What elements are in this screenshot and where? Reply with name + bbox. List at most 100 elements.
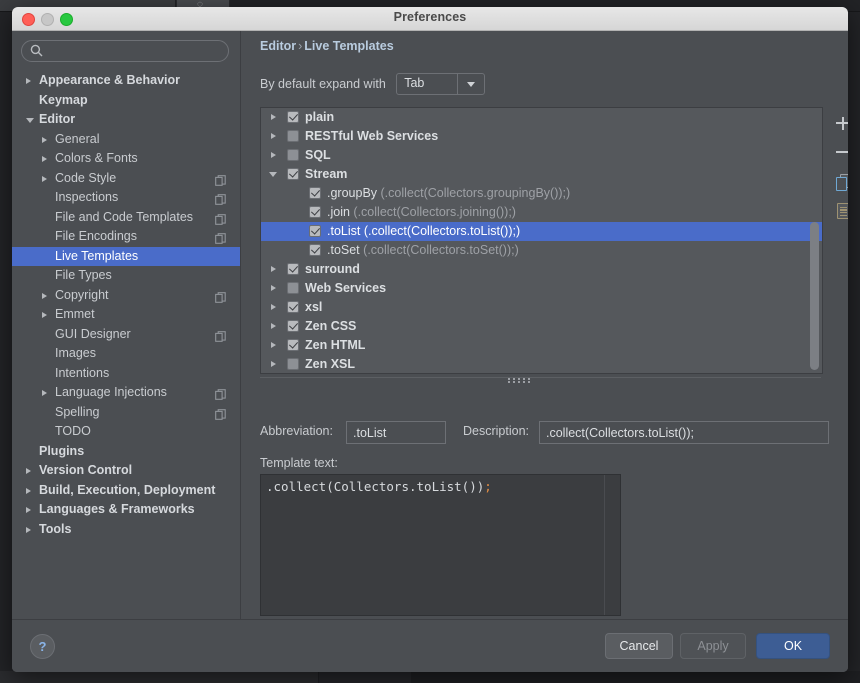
search-input[interactable]: [47, 40, 221, 64]
sidebar-item-copyright[interactable]: Copyright: [12, 286, 240, 306]
sidebar-item-plugins[interactable]: Plugins: [12, 442, 240, 462]
chevron-right-icon[interactable]: [271, 285, 276, 291]
sidebar-item-tools[interactable]: Tools: [12, 520, 240, 540]
sidebar-item-appearance-behavior[interactable]: Appearance & Behavior: [12, 71, 240, 91]
help-button[interactable]: ?: [30, 634, 55, 659]
chevron-right-icon[interactable]: [42, 312, 47, 318]
template-enabled-checkbox[interactable]: [309, 187, 321, 199]
chevron-right-icon[interactable]: [42, 293, 47, 299]
template-name-text: .join: [327, 205, 350, 219]
cancel-button[interactable]: Cancel: [605, 633, 673, 659]
template-list-item[interactable]: Stream: [261, 165, 822, 184]
template-list-item[interactable]: .join (.collect(Collectors.joining());): [261, 203, 822, 222]
sidebar-item-images[interactable]: Images: [12, 344, 240, 364]
chevron-right-icon[interactable]: [271, 304, 276, 310]
template-enabled-checkbox[interactable]: [287, 149, 299, 161]
template-text-content[interactable]: .collect(Collectors.toList());: [266, 478, 602, 495]
template-list-item[interactable]: Zen HTML: [261, 336, 822, 355]
sidebar-item-file-encodings[interactable]: File Encodings: [12, 227, 240, 247]
search-field[interactable]: [21, 40, 229, 62]
sidebar-item-file-and-code-templates[interactable]: File and Code Templates: [12, 208, 240, 228]
panel-splitter[interactable]: [260, 375, 821, 385]
chevron-right-icon[interactable]: [271, 342, 276, 348]
chevron-right-icon[interactable]: [271, 323, 276, 329]
template-list-item[interactable]: plain: [261, 108, 822, 127]
template-group-button[interactable]: [827, 196, 848, 223]
template-enabled-checkbox[interactable]: [287, 358, 299, 370]
ok-button[interactable]: OK: [756, 633, 830, 659]
sidebar-item-build-execution-deployment[interactable]: Build, Execution, Deployment: [12, 481, 240, 501]
sidebar-item-emmet[interactable]: Emmet: [12, 305, 240, 325]
template-enabled-checkbox[interactable]: [309, 206, 321, 218]
chevron-right-icon[interactable]: [42, 390, 47, 396]
chevron-right-icon[interactable]: [26, 507, 31, 513]
sidebar-item-file-types[interactable]: File Types: [12, 266, 240, 286]
sidebar-item-spelling[interactable]: Spelling: [12, 403, 240, 423]
chevron-right-icon[interactable]: [42, 176, 47, 182]
template-list-item[interactable]: .toList (.collect(Collectors.toList());): [261, 222, 822, 241]
sidebar-item-general[interactable]: General: [12, 130, 240, 150]
sidebar-item-live-templates[interactable]: Live Templates: [12, 247, 240, 267]
scrollbar-thumb[interactable]: [810, 222, 819, 370]
chevron-right-icon[interactable]: [42, 137, 47, 143]
template-list-item[interactable]: Zen XSL: [261, 355, 822, 374]
chevron-right-icon[interactable]: [271, 361, 276, 367]
chevron-right-icon[interactable]: [271, 266, 276, 272]
chevron-right-icon[interactable]: [271, 152, 276, 158]
chevron-right-icon[interactable]: [271, 114, 276, 120]
chevron-right-icon[interactable]: [26, 78, 31, 84]
template-list-item[interactable]: .toSet (.collect(Collectors.toSet());): [261, 241, 822, 260]
sidebar-item-editor[interactable]: Editor: [12, 110, 240, 130]
sidebar-item-inspections[interactable]: Inspections: [12, 188, 240, 208]
template-name-text: surround: [305, 262, 360, 276]
chevron-right-icon[interactable]: [42, 156, 47, 162]
template-list-item[interactable]: SQL: [261, 146, 822, 165]
remove-template-button[interactable]: [827, 138, 848, 165]
template-list-item[interactable]: .groupBy (.collect(Collectors.groupingBy…: [261, 184, 822, 203]
chevron-right-icon[interactable]: [26, 468, 31, 474]
template-list[interactable]: plainRESTful Web ServicesSQLStream.group…: [260, 107, 823, 374]
template-list-item[interactable]: xsl: [261, 298, 822, 317]
sidebar-item-language-injections[interactable]: Language Injections: [12, 383, 240, 403]
template-enabled-checkbox[interactable]: [287, 320, 299, 332]
sidebar-item-version-control[interactable]: Version Control: [12, 461, 240, 481]
sidebar-item-code-style[interactable]: Code Style: [12, 169, 240, 189]
template-enabled-checkbox[interactable]: [287, 339, 299, 351]
chevron-down-icon[interactable]: [269, 172, 277, 180]
template-enabled-checkbox[interactable]: [287, 282, 299, 294]
sidebar-item-label: General: [55, 130, 99, 150]
template-list-item[interactable]: Web Services: [261, 279, 822, 298]
sidebar-item-label: Live Templates: [55, 247, 138, 267]
template-enabled-checkbox[interactable]: [309, 225, 321, 237]
template-list-item[interactable]: RESTful Web Services: [261, 127, 822, 146]
splitter-grip[interactable]: [508, 377, 538, 382]
template-enabled-checkbox[interactable]: [287, 111, 299, 123]
duplicate-template-button[interactable]: [827, 167, 848, 194]
default-expand-select[interactable]: Tab: [396, 73, 485, 95]
sidebar-item-intentions[interactable]: Intentions: [12, 364, 240, 384]
template-list-scrollbar[interactable]: [810, 112, 819, 369]
template-list-item[interactable]: Zen CSS: [261, 317, 822, 336]
chevron-right-icon[interactable]: [26, 488, 31, 494]
template-enabled-checkbox[interactable]: [287, 130, 299, 142]
sidebar-item-gui-designer[interactable]: GUI Designer: [12, 325, 240, 345]
chevron-right-icon[interactable]: [26, 527, 31, 533]
sidebar-item-languages-frameworks[interactable]: Languages & Frameworks: [12, 500, 240, 520]
template-enabled-checkbox[interactable]: [287, 301, 299, 313]
template-list-item[interactable]: surround: [261, 260, 822, 279]
template-enabled-checkbox[interactable]: [287, 263, 299, 275]
template-enabled-checkbox[interactable]: [287, 168, 299, 180]
chevron-right-icon[interactable]: [271, 133, 276, 139]
apply-button[interactable]: Apply: [680, 633, 746, 659]
template-text-scrollbar[interactable]: [604, 475, 620, 615]
template-enabled-checkbox[interactable]: [309, 244, 321, 256]
abbreviation-input[interactable]: [346, 421, 446, 444]
description-input[interactable]: [539, 421, 829, 444]
chevron-down-icon[interactable]: [26, 118, 34, 126]
template-text-editor[interactable]: .collect(Collectors.toList());: [260, 474, 621, 616]
add-template-button[interactable]: [827, 109, 848, 136]
chevron-down-icon[interactable]: [457, 74, 484, 94]
sidebar-item-keymap[interactable]: Keymap: [12, 91, 240, 111]
sidebar-item-todo[interactable]: TODO: [12, 422, 240, 442]
sidebar-item-colors-fonts[interactable]: Colors & Fonts: [12, 149, 240, 169]
